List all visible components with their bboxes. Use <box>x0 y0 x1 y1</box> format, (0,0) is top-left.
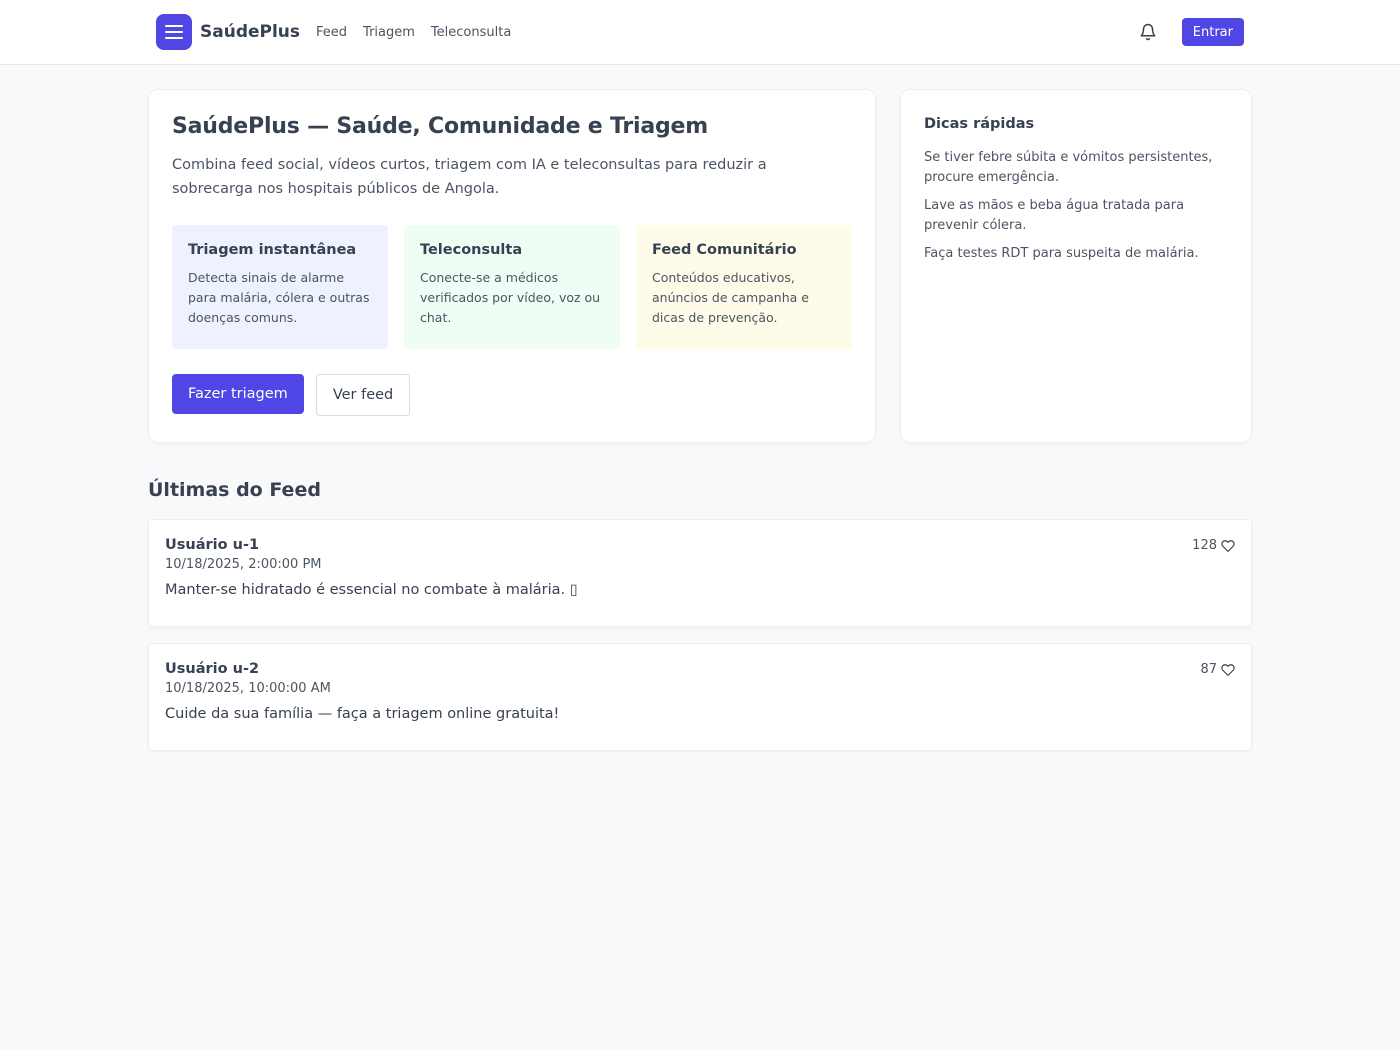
feature-title: Teleconsulta <box>420 242 523 258</box>
feed-post[interactable]: Usuário u-2 10/18/2025, 10:00:00 AM Cuid… <box>148 643 1252 751</box>
feature-description: Conteúdos educativos, anúncios de campan… <box>652 270 809 325</box>
feature-title: Feed Comunitário <box>652 242 797 258</box>
nav-link-teleconsulta[interactable]: Teleconsulta <box>431 25 511 40</box>
tip-item: Lave as mãos e beba água tratada para pr… <box>924 198 1185 233</box>
main-nav: Feed Triagem Teleconsulta <box>316 25 527 40</box>
feature-description: Detecta sinais de alarme para malária, c… <box>188 270 370 325</box>
hero-actions: Fazer triagem Ver feed <box>172 374 852 416</box>
top-navbar: SaúdePlus Feed Triagem Teleconsulta Entr… <box>0 0 1400 65</box>
quick-tips-card: Dicas rápidas Se tiver febre súbita e vó… <box>900 89 1252 443</box>
post-timestamp: 10/18/2025, 2:00:00 PM <box>165 557 322 572</box>
logo[interactable] <box>156 14 192 50</box>
tip-item: Se tiver febre súbita e vómitos persiste… <box>924 150 1213 185</box>
feature-title: Triagem instantânea <box>188 242 357 258</box>
hero-subtitle: Combina feed social, vídeos curtos, tria… <box>172 157 767 197</box>
feed-post[interactable]: Usuário u-1 10/18/2025, 2:00:00 PM Mante… <box>148 519 1252 627</box>
main-content: SaúdePlus — Saúde, Comunidade e Triagem … <box>148 89 1252 751</box>
tips-title: Dicas rápidas <box>924 116 1035 132</box>
feature-card-teleconsulta: Teleconsulta Conecte-se a médicos verifi… <box>404 225 620 349</box>
start-triage-button[interactable]: Fazer triagem <box>172 374 304 414</box>
post-author[interactable]: Usuário u-1 <box>165 537 1235 553</box>
menu-icon <box>165 25 183 39</box>
view-feed-button[interactable]: Ver feed <box>315 374 411 416</box>
feature-description: Conecte-se a médicos verificados por víd… <box>420 270 601 325</box>
hero-card: SaúdePlus — Saúde, Comunidade e Triagem … <box>148 89 876 443</box>
login-button[interactable]: Entrar <box>1181 18 1244 46</box>
heart-icon <box>1221 539 1235 552</box>
tips-list: Se tiver febre súbita e vómitos persiste… <box>924 148 1228 264</box>
hero-title: SaúdePlus — Saúde, Comunidade e Triagem <box>172 114 708 139</box>
top-row: SaúdePlus — Saúde, Comunidade e Triagem … <box>148 89 1252 443</box>
navbar-inner: SaúdePlus Feed Triagem Teleconsulta Entr… <box>156 0 1244 64</box>
post-text: Manter-se hidratado é essencial no comba… <box>165 582 578 598</box>
heart-icon <box>1221 663 1235 676</box>
post-author[interactable]: Usuário u-2 <box>165 661 1235 677</box>
feature-list: Triagem instantânea Detecta sinais de al… <box>172 225 852 349</box>
nav-link-feed[interactable]: Feed <box>316 25 347 40</box>
brand-name[interactable]: SaúdePlus <box>200 22 300 42</box>
nav-link-triagem[interactable]: Triagem <box>363 25 415 40</box>
feature-card-feed: Feed Comunitário Conteúdos educativos, a… <box>636 225 852 349</box>
feature-card-triagem: Triagem instantânea Detecta sinais de al… <box>172 225 388 349</box>
like-button[interactable]: 87 <box>1200 662 1235 677</box>
post-timestamp: 10/18/2025, 10:00:00 AM <box>165 681 331 696</box>
like-count: 128 <box>1192 538 1217 553</box>
tip-item: Faça testes RDT para suspeita de malária… <box>924 246 1199 261</box>
like-button[interactable]: 128 <box>1192 538 1235 553</box>
notifications-button[interactable] <box>1138 22 1158 42</box>
post-text: Cuide da sua família — faça a triagem on… <box>165 706 560 722</box>
like-count: 87 <box>1200 662 1217 677</box>
feed-heading: Últimas do Feed <box>148 479 321 501</box>
bell-icon <box>1140 23 1156 41</box>
